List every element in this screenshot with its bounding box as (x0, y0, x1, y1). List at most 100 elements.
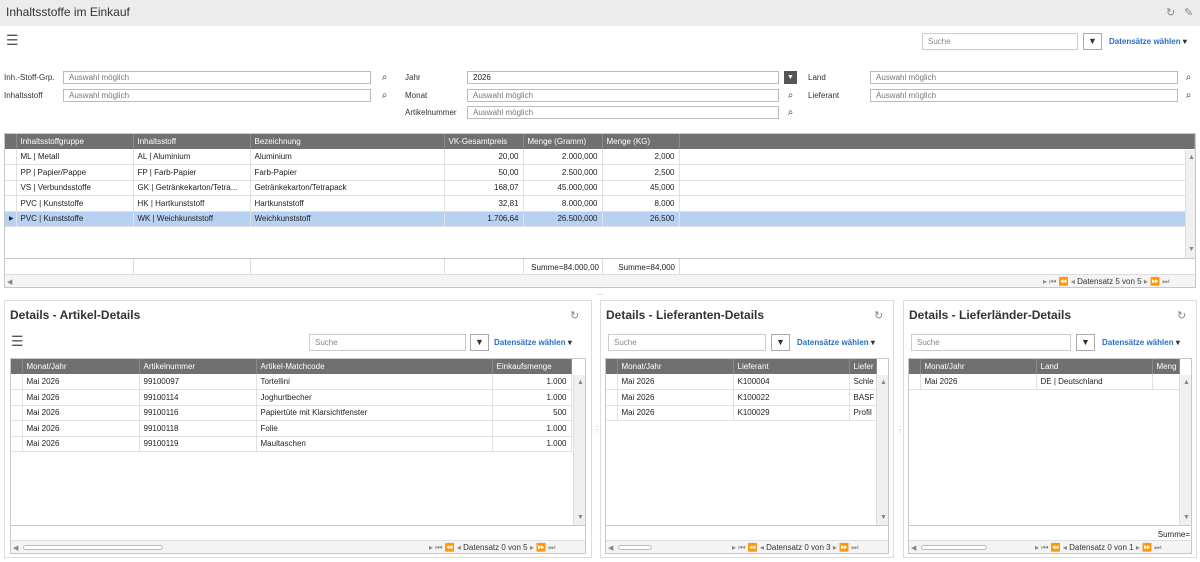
scrollbar-thumb[interactable] (921, 545, 987, 550)
scroll-left-icon[interactable]: ◀ (13, 544, 18, 552)
table-row[interactable]: Mai 2026 99100097 Tortellini 1.000 (11, 374, 572, 390)
search-icon[interactable]: ⌕ (378, 89, 391, 102)
filter-group-input[interactable]: Auswahl möglich (63, 71, 371, 84)
column-header[interactable]: Bezeichnung (250, 134, 445, 149)
column-header[interactable]: Inhaltsstoff (133, 134, 251, 149)
scrollbar-thumb[interactable] (618, 545, 652, 550)
articles-pager[interactable]: ▸ ⏮ ⏪ ◂ Datensatz 0 von 5 ▸ ⏩ ⏭ (429, 543, 555, 553)
column-header[interactable]: VK-Gesamtpreis (444, 134, 524, 149)
column-header[interactable]: Lieferant (733, 359, 850, 374)
search-input[interactable]: Suche (309, 334, 466, 351)
search-icon[interactable]: ⌕ (1182, 71, 1195, 84)
records-select[interactable]: Datensätze wählen ▾ (1102, 338, 1180, 347)
pager-nav-icons[interactable]: ▸ ⏮ ⏪ ◂ (1035, 543, 1067, 552)
filter-substance-label: Inhaltsstoff (4, 91, 43, 100)
table-row[interactable]: Mai 2026 99100116 Papiertüte mit Klarsicht… (11, 405, 572, 421)
table-row[interactable]: Mai 2026 K100022 BASF (606, 389, 877, 406)
column-header[interactable]: Artikelnummer (139, 359, 257, 374)
menu-icon[interactable]: ☰ (11, 334, 24, 348)
column-header[interactable]: Menge (Gramm) (523, 134, 603, 149)
scroll-up-icon[interactable]: ▲ (577, 379, 584, 386)
menu-icon[interactable]: ☰ (6, 33, 19, 47)
filter-article-input[interactable]: Auswahl möglich (467, 106, 779, 119)
table-row[interactable]: Mai 2026 DE | Deutschland (909, 374, 1180, 390)
column-header[interactable]: Monat/Jahr (617, 359, 734, 374)
pager-nav-icons[interactable]: ▸ ⏮ ⏪ ◂ (1043, 277, 1075, 286)
table-row[interactable]: Mai 2026 K100004 Schle (606, 374, 877, 390)
column-header[interactable]: Monat/Jahr (920, 359, 1037, 374)
main-pager[interactable]: ▸ ⏮ ⏪ ◂ Datensatz 5 von 5 ▸ ⏩ ⏭ (1043, 277, 1169, 287)
scroll-up-icon[interactable]: ▲ (1188, 154, 1195, 161)
scroll-down-icon[interactable]: ▼ (1188, 246, 1195, 253)
pager-nav-icons[interactable]: ▸ ⏩ ⏭ (1144, 277, 1170, 286)
column-header[interactable]: Inhaltsstoffgruppe (16, 134, 134, 149)
suppliers-pager[interactable]: ▸ ⏮ ⏪ ◂ Datensatz 0 von 3 ▸ ⏩ ⏭ (732, 543, 858, 553)
search-icon[interactable]: ⌕ (784, 89, 797, 102)
scroll-down-icon[interactable]: ▼ (577, 514, 584, 521)
table-row[interactable]: Mai 2026 99100114 Joghurtbecher 1.000 (11, 389, 572, 406)
pager-nav-icons[interactable]: ▸ ⏩ ⏭ (530, 543, 556, 552)
vertical-scrollbar[interactable]: ▲ ▼ (876, 375, 888, 525)
scroll-left-icon[interactable]: ◀ (7, 278, 12, 286)
scroll-down-icon[interactable]: ▼ (1183, 514, 1190, 521)
filter-icon[interactable]: ▼ (470, 334, 489, 351)
column-header[interactable]: Einkaufsmenge (492, 359, 572, 374)
vertical-scrollbar[interactable]: ▲ ▼ (1185, 150, 1195, 258)
scroll-up-icon[interactable]: ▲ (1183, 379, 1190, 386)
wrench-icon[interactable]: ✎ (1184, 6, 1193, 19)
chevron-down-icon[interactable]: ▼ (784, 71, 797, 84)
filter-icon[interactable]: ▼ (1083, 33, 1102, 50)
table-row-selected[interactable]: ▶ PVC | Kunststoffe WK | Weichkunststoff… (5, 211, 1195, 227)
filter-supplier-input[interactable]: Auswahl möglich (870, 89, 1178, 102)
filter-year-select[interactable]: 2026 (467, 71, 779, 84)
table-row[interactable]: ML | Metall AL | Aluminium Aluminium 20,… (5, 149, 1195, 165)
filter-country-input[interactable]: Auswahl möglich (870, 71, 1178, 84)
table-row[interactable]: PVC | Kunststoffe HK | Hartkunststoff Ha… (5, 195, 1195, 212)
refresh-icon[interactable]: ↻ (570, 309, 579, 322)
records-select[interactable]: Datensätze wählen ▾ (1109, 37, 1187, 46)
countries-pager[interactable]: ▸ ⏮ ⏪ ◂ Datensatz 0 von 1 ▸ ⏩ ⏭ (1035, 543, 1161, 553)
column-header[interactable]: Liefer (849, 359, 877, 374)
vertical-scrollbar[interactable]: ▲ ▼ (1179, 375, 1191, 525)
refresh-icon[interactable]: ↻ (1177, 309, 1186, 322)
column-header[interactable]: Land (1036, 359, 1153, 374)
scroll-left-icon[interactable]: ◀ (911, 544, 916, 552)
records-select[interactable]: Datensätze wählen ▾ (797, 338, 875, 347)
records-select[interactable]: Datensätze wählen ▾ (494, 338, 572, 347)
scroll-left-icon[interactable]: ◀ (608, 544, 613, 552)
pager-nav-icons[interactable]: ▸ ⏩ ⏭ (1136, 543, 1162, 552)
horizontal-scrollbar[interactable]: ◀ ▸ ⏮ ⏪ ◂ Datensatz 0 von 3 ▸ ⏩ ⏭ (606, 540, 888, 553)
filter-month-input[interactable]: Auswahl möglich (467, 89, 779, 102)
pager-nav-icons[interactable]: ▸ ⏩ ⏭ (833, 543, 859, 552)
horizontal-scrollbar[interactable]: ◀ ▸ ⏮ ⏪ ◂ Datensatz 5 von 5 ▸ ⏩ ⏭ (5, 274, 1195, 287)
search-icon[interactable]: ⌕ (378, 71, 391, 84)
pager-nav-icons[interactable]: ▸ ⏮ ⏪ ◂ (732, 543, 764, 552)
refresh-icon[interactable]: ↻ (874, 309, 883, 322)
table-row[interactable]: PP | Papier/Pappe FP | Farb-Papier Farb-… (5, 164, 1195, 181)
table-row[interactable]: Mai 2026 K100029 Profil (606, 405, 877, 421)
column-header[interactable]: Artikel-Matchcode (256, 359, 493, 374)
search-icon[interactable]: ⌕ (784, 106, 797, 119)
table-row[interactable]: VS | Verbundsstoffe GK | Getränkekarton/… (5, 180, 1195, 196)
vertical-scrollbar[interactable]: ▲ ▼ (573, 375, 585, 525)
search-input[interactable]: Suche (911, 334, 1071, 351)
search-input[interactable]: Suche (608, 334, 766, 351)
splitter-handle[interactable]: ⋯ (596, 290, 604, 299)
filter-icon[interactable]: ▼ (1076, 334, 1095, 351)
column-header[interactable]: Meng (1152, 359, 1180, 374)
search-icon[interactable]: ⌕ (1182, 89, 1195, 102)
filter-icon[interactable]: ▼ (771, 334, 790, 351)
scroll-down-icon[interactable]: ▼ (880, 514, 887, 521)
refresh-icon[interactable]: ↻ (1166, 6, 1175, 19)
scroll-up-icon[interactable]: ▲ (880, 379, 887, 386)
table-row[interactable]: Mai 2026 99100119 Maultaschen 1.000 (11, 436, 572, 452)
horizontal-scrollbar[interactable]: ◀ ▸ ⏮ ⏪ ◂ Datensatz 0 von 5 ▸ ⏩ ⏭ (11, 540, 585, 553)
pager-nav-icons[interactable]: ▸ ⏮ ⏪ ◂ (429, 543, 461, 552)
horizontal-scrollbar[interactable]: ◀ ▸ ⏮ ⏪ ◂ Datensatz 0 von 1 ▸ ⏩ ⏭ (909, 540, 1191, 553)
column-header[interactable]: Monat/Jahr (22, 359, 140, 374)
table-row[interactable]: Mai 2026 99100118 Folie 1.000 (11, 420, 572, 437)
scrollbar-thumb[interactable] (23, 545, 163, 550)
filter-substance-input[interactable]: Auswahl möglich (63, 89, 371, 102)
search-input[interactable]: Suche (922, 33, 1078, 50)
column-header[interactable]: Menge (KG) (602, 134, 680, 149)
